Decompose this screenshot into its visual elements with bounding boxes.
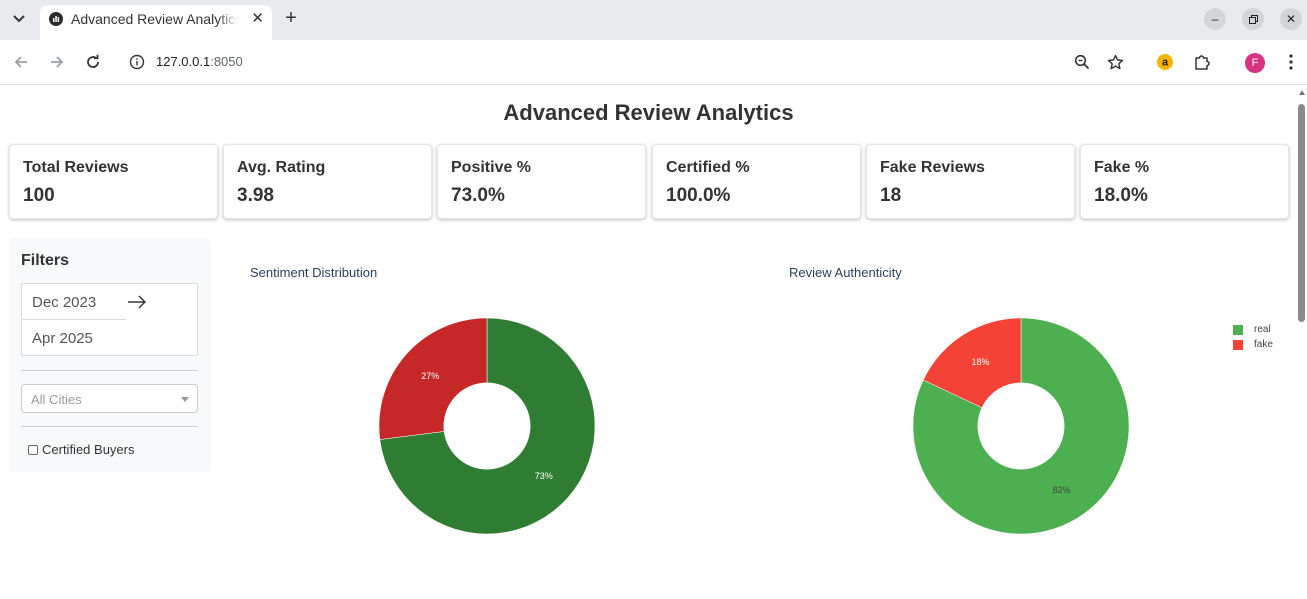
browser-toolbar: 127.0.0.1:8050 a F bbox=[0, 40, 1307, 85]
star-icon[interactable] bbox=[1103, 50, 1127, 74]
address-bar[interactable]: 127.0.0.1:8050 bbox=[120, 46, 1140, 78]
page-scrollbar[interactable] bbox=[1298, 104, 1305, 322]
legend-label: fake bbox=[1254, 339, 1273, 350]
end-date-input[interactable]: Apr 2025 bbox=[22, 320, 126, 356]
certified-buyers-option[interactable]: Certified Buyers bbox=[28, 442, 134, 457]
kpi-label: Fake Reviews bbox=[880, 159, 985, 176]
tab-title: Advanced Review Analytics bbox=[71, 11, 239, 27]
kpi-value: 18.0% bbox=[1094, 185, 1148, 206]
dash-favicon-icon bbox=[49, 12, 63, 26]
chart-title-sentiment: Sentiment Distribution bbox=[250, 265, 378, 280]
date-range-picker: Dec 2023 Apr 2025 bbox=[21, 283, 198, 356]
certified-buyers-label: Certified Buyers bbox=[42, 442, 135, 457]
kpi-label: Fake % bbox=[1094, 159, 1150, 176]
reload-icon[interactable] bbox=[81, 50, 105, 74]
kebab-menu-icon[interactable] bbox=[1279, 50, 1303, 74]
close-tab-icon[interactable]: ✕ bbox=[251, 11, 264, 27]
kpi-card-total-reviews: Total Reviews 100 bbox=[9, 144, 218, 219]
arrow-right-icon[interactable] bbox=[45, 50, 69, 74]
browser-tab-bar: Advanced Review Analytics ✕ + – ✕ bbox=[0, 0, 1307, 40]
legend-swatch bbox=[1233, 339, 1243, 350]
url-text: 127.0.0.1:8050 bbox=[156, 54, 243, 69]
info-icon[interactable] bbox=[129, 54, 145, 75]
new-tab-button[interactable]: + bbox=[281, 8, 301, 28]
kpi-value: 73.0% bbox=[451, 185, 505, 206]
svg-text:a: a bbox=[1162, 57, 1169, 69]
city-dropdown[interactable]: All Cities bbox=[21, 384, 198, 413]
profile-avatar[interactable]: F bbox=[1245, 53, 1265, 73]
legend-item-fake[interactable]: fake bbox=[1233, 337, 1273, 352]
page-title: Advanced Review Analytics bbox=[503, 100, 794, 125]
browser-tab[interactable]: Advanced Review Analytics ✕ bbox=[40, 5, 272, 40]
arrow-left-icon[interactable] bbox=[9, 50, 33, 74]
divider bbox=[21, 370, 198, 371]
arrow-right-icon bbox=[126, 292, 148, 312]
kpi-value: 18 bbox=[880, 185, 902, 206]
url-port: :8050 bbox=[210, 54, 243, 69]
legend-item-real[interactable]: real bbox=[1233, 322, 1273, 337]
slice-label-positive: 73% bbox=[535, 471, 553, 481]
sentiment-donut-chart: 73% 27% bbox=[378, 317, 596, 535]
legend-swatch bbox=[1233, 324, 1243, 335]
kpi-value: 100 bbox=[23, 185, 55, 206]
filters-panel: Filters Dec 2023 Apr 2025 All Cities Cer… bbox=[9, 238, 211, 472]
start-date-input[interactable]: Dec 2023 bbox=[22, 284, 126, 320]
kpi-card-avg-rating: Avg. Rating 3.98 bbox=[223, 144, 432, 219]
kpi-value: 100.0% bbox=[666, 185, 731, 206]
kpi-value: 3.98 bbox=[237, 185, 274, 206]
kpi-card-fake-percent: Fake % 18.0% bbox=[1080, 144, 1289, 219]
kpi-label: Certified % bbox=[666, 159, 750, 176]
close-window-button[interactable]: ✕ bbox=[1280, 8, 1302, 30]
chart-title-authenticity: Review Authenticity bbox=[789, 265, 902, 280]
chevron-down-icon[interactable] bbox=[6, 7, 32, 31]
minimize-window-button[interactable]: – bbox=[1204, 8, 1226, 30]
slice-label-real: 82% bbox=[1053, 485, 1071, 495]
kpi-card-positive-percent: Positive % 73.0% bbox=[437, 144, 646, 219]
scroll-up-arrow[interactable] bbox=[1299, 90, 1305, 95]
divider bbox=[21, 426, 198, 427]
legend-label: real bbox=[1254, 324, 1271, 335]
restore-window-button[interactable] bbox=[1242, 8, 1264, 30]
certified-buyers-checkbox[interactable] bbox=[28, 444, 38, 455]
filters-title: Filters bbox=[21, 252, 70, 269]
url-host: 127.0.0.1 bbox=[156, 54, 211, 69]
zoom-icon[interactable] bbox=[1070, 50, 1094, 74]
puzzle-icon[interactable] bbox=[1190, 50, 1214, 74]
kpi-label: Positive % bbox=[451, 159, 532, 176]
city-placeholder: All Cities bbox=[31, 392, 82, 407]
kpi-label: Avg. Rating bbox=[237, 159, 326, 176]
kpi-label: Total Reviews bbox=[23, 159, 129, 176]
kpi-card-certified-percent: Certified % 100.0% bbox=[652, 144, 861, 219]
slice-label-negative: 27% bbox=[421, 371, 439, 381]
authenticity-legend: real fake bbox=[1233, 322, 1273, 352]
authenticity-donut-chart: 82% 18% bbox=[912, 317, 1130, 535]
slice-label-fake: 18% bbox=[971, 357, 989, 367]
chevron-down-icon bbox=[181, 397, 189, 402]
amazon-icon[interactable]: a bbox=[1153, 50, 1177, 74]
kpi-card-fake-reviews: Fake Reviews 18 bbox=[866, 144, 1075, 219]
